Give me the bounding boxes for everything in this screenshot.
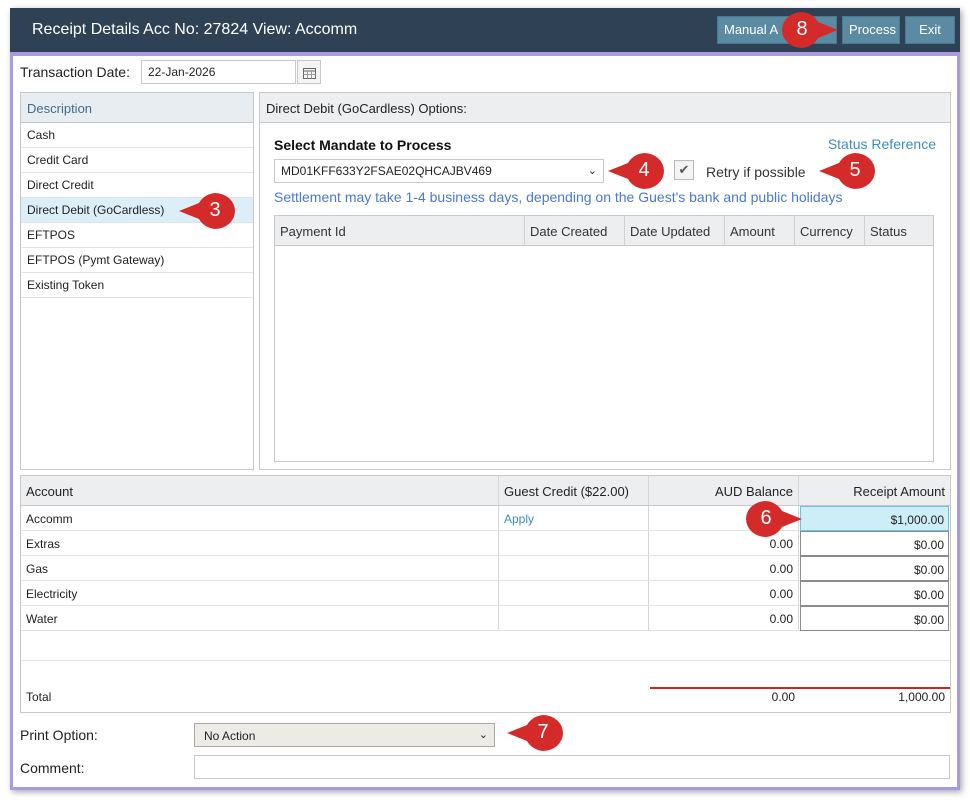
callout-6: 6 <box>744 499 804 539</box>
status-reference-link[interactable]: Status Reference <box>828 136 936 152</box>
calendar-icon[interactable] <box>297 60 321 84</box>
balance-cell: 0.00 <box>649 606 799 630</box>
account-name: Accomm <box>21 506 499 530</box>
method-item-eftpos-gateway[interactable]: EFTPOS (Pymt Gateway) <box>21 248 253 273</box>
print-option-select[interactable]: No Action ⌄ <box>194 723 495 747</box>
callout-8: 8 <box>780 10 840 50</box>
account-name: Extras <box>21 531 499 555</box>
balance-cell: 0.00 <box>649 581 799 605</box>
callout-number: 6 <box>760 507 772 529</box>
receipt-amount-input[interactable]: $1,000.00 <box>800 506 949 531</box>
table-row: Gas 0.00 $0.00 <box>21 556 950 581</box>
callout-4: 4 <box>606 151 666 191</box>
payment-method-header: Description <box>21 93 253 123</box>
guest-credit-cell: Apply <box>499 506 649 530</box>
mandate-label: Select Mandate to Process <box>274 137 452 153</box>
col-date-created[interactable]: Date Created <box>525 216 625 245</box>
direct-debit-panel: Direct Debit (GoCardless) Options: Selec… <box>259 92 951 470</box>
callout-number: 5 <box>849 159 861 181</box>
apply-link[interactable]: Apply <box>504 512 534 526</box>
guest-credit-cell <box>499 556 649 580</box>
col-guest-credit: Guest Credit ($22.00) <box>499 476 649 505</box>
table-row: Accomm Apply $1,000.00 <box>21 506 950 531</box>
title-underline <box>10 52 960 56</box>
accounts-header: Account Guest Credit ($22.00) AUD Balanc… <box>21 476 950 506</box>
callout-7: 7 <box>505 713 565 753</box>
col-date-updated[interactable]: Date Updated <box>625 216 725 245</box>
chevron-down-icon: ⌄ <box>587 165 597 177</box>
exit-button[interactable]: Exit <box>905 16 955 44</box>
transaction-date-label: Transaction Date: <box>20 64 130 80</box>
total-underline <box>650 687 950 689</box>
total-separator <box>21 660 950 661</box>
print-option-label: Print Option: <box>20 727 98 743</box>
callout-number: 4 <box>638 159 650 181</box>
payments-table: Payment Id Date Created Date Updated Amo… <box>274 215 934 462</box>
payment-method-list: Description Cash Credit Card Direct Cred… <box>20 92 254 470</box>
total-receipt: 1,000.00 <box>898 690 945 704</box>
total-label: Total <box>26 690 52 704</box>
callout-number: 8 <box>796 18 808 40</box>
balance-cell: 0.00 <box>649 556 799 580</box>
col-receipt-amount: Receipt Amount <box>853 484 945 499</box>
payments-table-header: Payment Id Date Created Date Updated Amo… <box>275 216 933 246</box>
receipt-amount-input[interactable]: $0.00 <box>800 531 949 556</box>
receipt-details-window: Receipt Details Acc No: 27824 View: Acco… <box>10 8 960 790</box>
print-option-value: No Action <box>204 729 256 743</box>
account-name: Gas <box>21 556 499 580</box>
col-amount[interactable]: Amount <box>725 216 795 245</box>
table-row: Electricity 0.00 $0.00 <box>21 581 950 606</box>
chevron-down-icon: ⌄ <box>478 729 488 741</box>
method-item-credit-card[interactable]: Credit Card <box>21 148 253 173</box>
transaction-date-input[interactable]: 22-Jan-2026 <box>141 60 296 84</box>
guest-credit-cell <box>499 606 649 630</box>
settlement-note: Settlement may take 1-4 business days, d… <box>274 189 843 205</box>
receipt-amount-input[interactable]: $0.00 <box>800 556 949 581</box>
account-name: Water <box>21 606 499 630</box>
direct-debit-header: Direct Debit (GoCardless) Options: <box>260 93 950 123</box>
col-account: Account <box>21 476 499 505</box>
callout-3: 3 <box>177 191 237 231</box>
method-item-cash[interactable]: Cash <box>21 123 253 148</box>
accounts-table: Account Guest Credit ($22.00) AUD Balanc… <box>20 475 951 713</box>
comment-label: Comment: <box>20 760 85 776</box>
method-item-existing-token[interactable]: Existing Token <box>21 273 253 298</box>
process-button[interactable]: Process <box>842 16 900 44</box>
comment-input[interactable] <box>194 755 950 779</box>
account-name: Electricity <box>21 581 499 605</box>
window-title: Receipt Details Acc No: 27824 View: Acco… <box>32 21 358 38</box>
guest-credit-cell <box>499 531 649 555</box>
col-payment-id[interactable]: Payment Id <box>275 216 525 245</box>
receipt-amount-input[interactable]: $0.00 <box>800 606 949 631</box>
callout-number: 3 <box>209 199 221 221</box>
retry-label: Retry if possible <box>706 164 806 180</box>
table-row: Water 0.00 $0.00 <box>21 606 950 631</box>
mandate-value: MD01KFF633Y2FSAE02QHCAJBV469 <box>281 164 492 178</box>
col-currency[interactable]: Currency <box>795 216 865 245</box>
guest-credit-cell <box>499 581 649 605</box>
total-balance: 0.00 <box>771 690 795 704</box>
callout-number: 7 <box>537 721 549 743</box>
callout-5: 5 <box>817 151 877 191</box>
col-status[interactable]: Status <box>865 216 933 245</box>
table-row: Extras 0.00 $0.00 <box>21 531 950 556</box>
retry-checkbox[interactable]: ✔ <box>674 160 694 180</box>
receipt-amount-input[interactable]: $0.00 <box>800 581 949 606</box>
mandate-select[interactable]: MD01KFF633Y2FSAE02QHCAJBV469 ⌄ <box>274 159 604 183</box>
